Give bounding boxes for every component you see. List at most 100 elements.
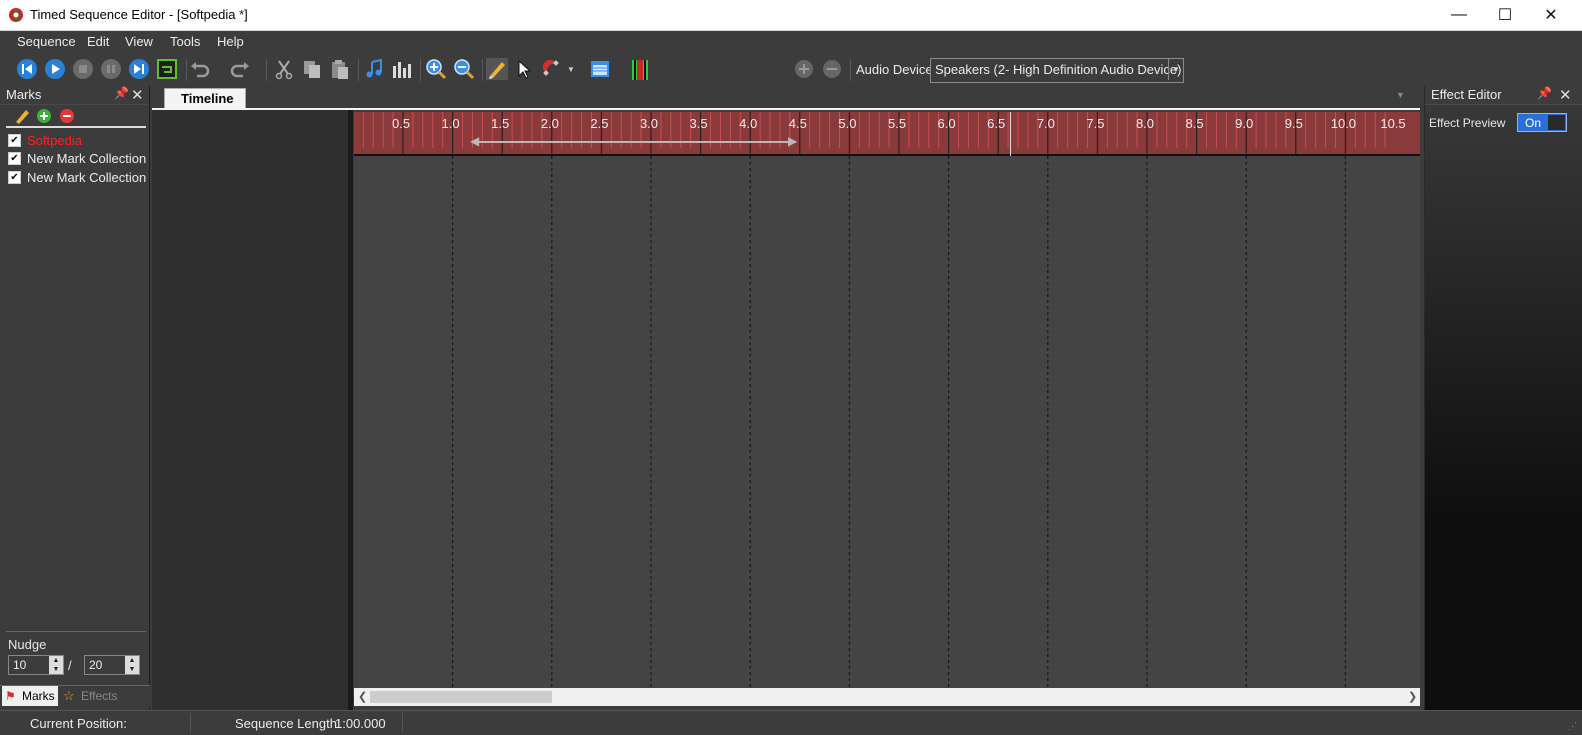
timeline-grid[interactable] bbox=[354, 156, 1420, 688]
mark-brackets-icon bbox=[632, 60, 648, 80]
copy-button[interactable] bbox=[300, 57, 324, 81]
nudge-end-value: 20 bbox=[89, 658, 103, 672]
nudge-start-stepper[interactable]: 10 ▲ ▼ bbox=[8, 655, 64, 675]
undo-button[interactable] bbox=[188, 57, 212, 81]
marks-panel-title: Marks bbox=[6, 87, 42, 102]
mark-collection-item[interactable]: ✔ New Mark Collection bbox=[8, 168, 146, 186]
divider bbox=[6, 631, 146, 632]
effect-editor-header: Effect Editor 📌 ✕ bbox=[1425, 86, 1582, 105]
effect-preview-toggle[interactable]: On bbox=[1517, 113, 1567, 132]
toggle-knob bbox=[1548, 115, 1565, 130]
menu-bar: Sequence Edit View Tools Help bbox=[0, 31, 1582, 53]
skip-end-button[interactable] bbox=[127, 57, 151, 81]
undo-icon bbox=[191, 62, 210, 78]
skip-start-button[interactable] bbox=[15, 57, 39, 81]
stop-button[interactable] bbox=[71, 57, 95, 81]
playhead[interactable] bbox=[1010, 112, 1011, 156]
equalizer-button[interactable] bbox=[390, 57, 414, 81]
pin-icon[interactable]: 📌 bbox=[114, 86, 129, 100]
ruler-tick-label: 2.0 bbox=[541, 116, 559, 131]
mark-collection-item[interactable]: ✔ Softpedia bbox=[8, 131, 82, 149]
star-icon: ☆ bbox=[63, 688, 75, 703]
zoom-in-button[interactable] bbox=[424, 57, 448, 81]
ruler-tick-label: 7.0 bbox=[1037, 116, 1055, 131]
pause-button[interactable] bbox=[99, 57, 123, 81]
loop-button[interactable] bbox=[155, 57, 179, 81]
redo-button[interactable] bbox=[228, 57, 252, 81]
time-ruler[interactable]: 0.5 1.0 1.5 2.0 2.5 3.0 3.5 4.0 4.5 5.0 5.5 6.0 6.5 7… bbox=[354, 112, 1420, 156]
nudge-separator: / bbox=[68, 658, 72, 673]
grid-lines bbox=[452, 156, 1346, 688]
mark-collection-label: New Mark Collection bbox=[27, 169, 147, 185]
snap-dropdown-button[interactable]: ▼ bbox=[566, 57, 576, 81]
tab-timeline[interactable]: Timeline bbox=[164, 88, 246, 109]
ruler-tick-label: 2.5 bbox=[590, 116, 608, 131]
play-button[interactable] bbox=[43, 57, 67, 81]
chevron-down-icon[interactable]: ▼ bbox=[1396, 90, 1405, 100]
marks-panel: Marks 📌 ✕ ✔ Softpedia ✔ New Mark Collect… bbox=[0, 86, 150, 710]
app-icon bbox=[9, 8, 23, 22]
menu-edit[interactable]: Edit bbox=[87, 34, 109, 49]
nudge-end-stepper[interactable]: 20 ▲ ▼ bbox=[84, 655, 140, 675]
scroll-right-icon[interactable]: ❯ bbox=[1408, 690, 1417, 703]
select-tool-button[interactable] bbox=[512, 57, 536, 81]
audio-device-select[interactable]: Speakers (2- High Definition Audio Devic… bbox=[930, 58, 1184, 83]
nudge-label: Nudge bbox=[8, 637, 47, 652]
mark-collection-label: Softpedia bbox=[27, 132, 82, 148]
stepper-arrows-icon[interactable]: ▲ ▼ bbox=[125, 656, 139, 674]
checkbox[interactable]: ✔ bbox=[8, 133, 21, 147]
maximize-button[interactable]: ☐ bbox=[1482, 0, 1528, 30]
ruler-tick-label: 9.0 bbox=[1235, 116, 1253, 131]
resize-grip-icon[interactable]: ⋰ bbox=[1568, 721, 1577, 732]
stepper-arrows-icon[interactable]: ▲ ▼ bbox=[49, 656, 63, 674]
window-title: Timed Sequence Editor - [Softpedia *] bbox=[30, 7, 248, 22]
menu-tools[interactable]: Tools bbox=[170, 34, 200, 49]
marks-toolbar bbox=[6, 106, 146, 128]
chevron-down-icon: ▼ bbox=[567, 64, 575, 74]
cut-button[interactable] bbox=[272, 57, 296, 81]
zoom-in-icon bbox=[426, 59, 447, 80]
cursor-icon bbox=[518, 59, 532, 79]
draw-tool-button[interactable] bbox=[485, 57, 509, 81]
audio-button[interactable] bbox=[362, 57, 386, 81]
close-panel-icon[interactable]: ✕ bbox=[131, 86, 144, 104]
paste-button[interactable] bbox=[328, 57, 352, 81]
remove-icon[interactable] bbox=[59, 108, 75, 124]
mark-collection-label: New Mark Collection bbox=[27, 150, 147, 166]
flag-icon: ⚑ bbox=[5, 689, 16, 703]
scroll-thumb[interactable] bbox=[370, 691, 552, 703]
ruler-tick-label: 4.5 bbox=[789, 116, 807, 131]
grid-view-button[interactable] bbox=[588, 57, 612, 81]
scroll-left-icon[interactable]: ❮ bbox=[358, 690, 367, 703]
checkbox[interactable]: ✔ bbox=[8, 170, 21, 184]
selection-range-bar[interactable] bbox=[474, 141, 796, 143]
pin-icon[interactable]: 📌 bbox=[1537, 86, 1552, 100]
ruler-tick-label: 5.5 bbox=[888, 116, 906, 131]
ruler-tick-label: 3.5 bbox=[690, 116, 708, 131]
music-note-icon bbox=[366, 58, 382, 78]
menu-sequence[interactable]: Sequence bbox=[17, 34, 76, 49]
zoom-out-button[interactable] bbox=[452, 57, 476, 81]
tab-effects-label: Effects bbox=[81, 689, 118, 703]
ruler-tick-label: 10.5 bbox=[1380, 116, 1405, 131]
redo-icon bbox=[230, 62, 249, 78]
snap-button[interactable] bbox=[540, 57, 564, 81]
add-button[interactable] bbox=[792, 57, 816, 81]
remove-button[interactable] bbox=[820, 57, 844, 81]
close-panel-icon[interactable]: ✕ bbox=[1559, 86, 1572, 104]
add-icon[interactable] bbox=[36, 108, 52, 124]
tab-effects[interactable]: ☆ Effects bbox=[60, 686, 122, 706]
timeline-area: Timeline ▼ 0.5 1.0 1.5 2.0 2.5 3.0 3.5 4.0 4.5 5.… bbox=[152, 86, 1420, 710]
horizontal-scrollbar[interactable]: ❮ ❯ bbox=[354, 688, 1420, 706]
sequence-length-label: Sequence Length: bbox=[235, 716, 341, 731]
menu-view[interactable]: View bbox=[125, 34, 153, 49]
mark-collection-item[interactable]: ✔ New Mark Collection bbox=[8, 149, 146, 167]
pencil-icon[interactable] bbox=[14, 108, 30, 124]
minimize-button[interactable]: — bbox=[1436, 0, 1482, 30]
play-icon bbox=[45, 59, 65, 79]
checkbox[interactable]: ✔ bbox=[8, 151, 21, 165]
tab-marks[interactable]: ⚑ Marks bbox=[2, 686, 58, 706]
menu-help[interactable]: Help bbox=[217, 34, 244, 49]
effect-marker-button[interactable] bbox=[628, 57, 652, 81]
close-button[interactable]: ✕ bbox=[1528, 0, 1574, 30]
